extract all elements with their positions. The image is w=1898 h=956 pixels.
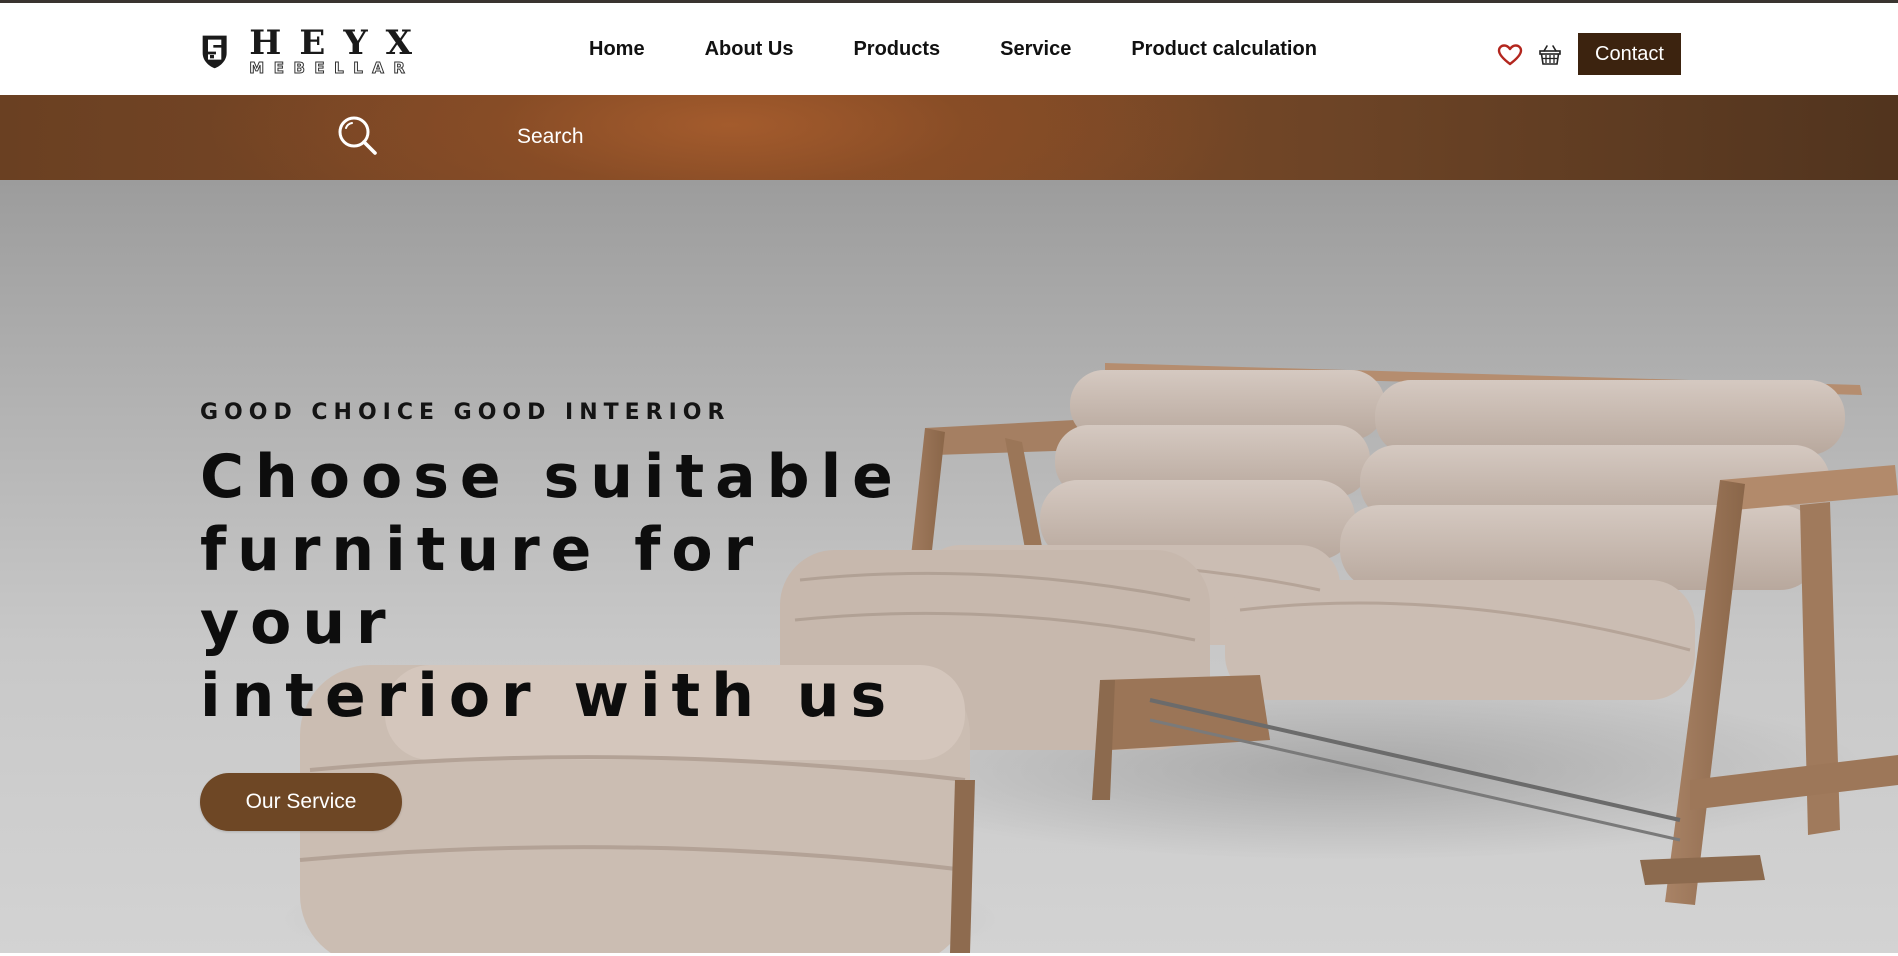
nav-about-us[interactable]: About Us bbox=[705, 38, 794, 61]
hero-section: GOOD CHOICE GOOD INTERIOR Choose suitabl… bbox=[0, 180, 1898, 953]
shield-logo-icon bbox=[202, 35, 227, 69]
nav-service[interactable]: Service bbox=[1000, 38, 1071, 61]
hero-kicker: GOOD CHOICE GOOD INTERIOR bbox=[200, 400, 731, 425]
nav-home[interactable]: Home bbox=[589, 38, 645, 61]
brand-subtitle: MEBELLAR bbox=[249, 59, 415, 77]
contact-button[interactable]: Contact bbox=[1578, 33, 1681, 75]
brand-name: HEYX bbox=[249, 23, 430, 63]
nav-product-calculation[interactable]: Product calculation bbox=[1131, 38, 1317, 61]
search-icon[interactable] bbox=[337, 115, 379, 157]
main-nav: Home About Us Products Service Product c… bbox=[589, 3, 1317, 95]
site-header: HEYX MEBELLAR Home About Us Products Ser… bbox=[0, 3, 1898, 95]
hero-title-line-1: Choose suitable bbox=[200, 442, 904, 512]
brand-wordmark: HEYX MEBELLAR bbox=[249, 26, 430, 76]
our-service-button[interactable]: Our Service bbox=[200, 773, 402, 831]
hero-title: Choose suitable furniture for your inter… bbox=[200, 441, 960, 733]
basket-icon[interactable] bbox=[1537, 43, 1563, 67]
hero-content: GOOD CHOICE GOOD INTERIOR Choose suitabl… bbox=[200, 400, 960, 831]
header-icons bbox=[1497, 43, 1577, 67]
search-input[interactable] bbox=[517, 117, 1017, 157]
heart-icon[interactable] bbox=[1497, 43, 1523, 67]
brand-logo[interactable]: HEYX MEBELLAR bbox=[200, 23, 430, 79]
nav-products[interactable]: Products bbox=[853, 38, 940, 61]
hero-title-line-2: furniture for your bbox=[200, 515, 765, 658]
hero-title-line-3: interior with us bbox=[200, 661, 898, 731]
search-bar bbox=[0, 95, 1898, 180]
